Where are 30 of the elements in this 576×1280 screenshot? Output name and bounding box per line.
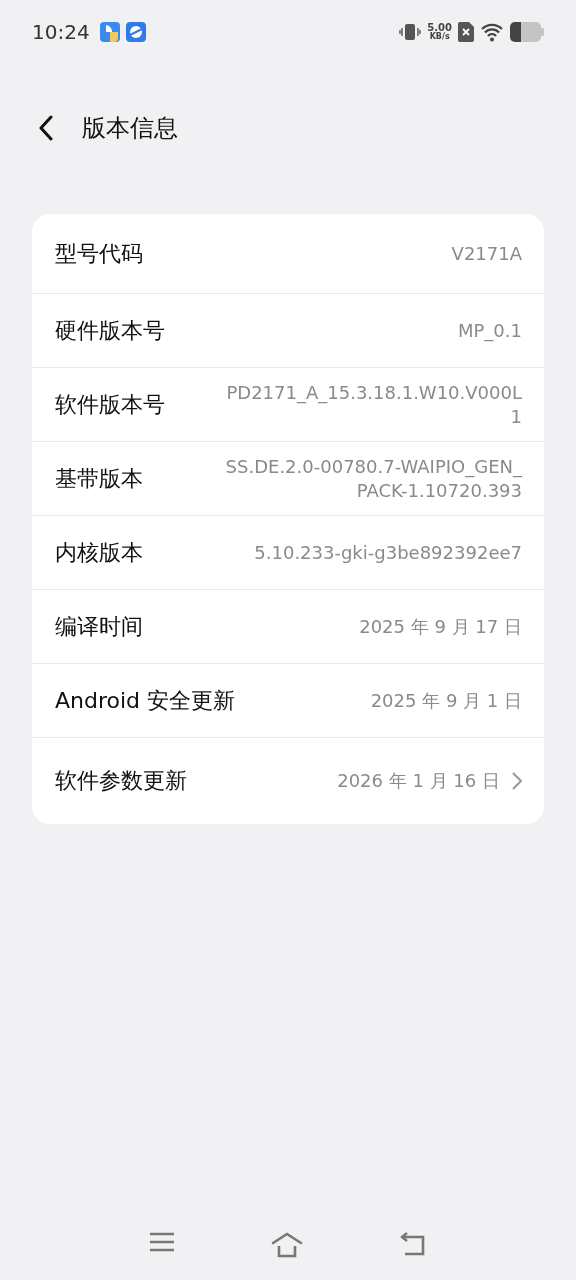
row-label: 型号代码 — [55, 239, 143, 268]
row-label: 硬件版本号 — [55, 316, 165, 345]
app-notification-icon — [99, 22, 120, 42]
row-value: 5.10.233-gki-g3be892392ee7 — [254, 540, 522, 565]
row-label: 基带版本 — [55, 464, 143, 493]
row-label: 软件版本号 — [55, 390, 165, 419]
row-label: 内核版本 — [55, 538, 143, 567]
speed-unit: KB/s — [429, 33, 450, 41]
row-value: SS.DE.2.0-00780.7-WAIPIO_GEN_PACK-1.10720.393 — [224, 455, 522, 502]
home-icon[interactable] — [271, 1232, 303, 1258]
clock: 10:24 — [32, 20, 90, 44]
row-label: Android 安全更新 — [55, 686, 236, 715]
row-value: 2025 年 9 月 17 日 — [359, 614, 522, 639]
page-title: 版本信息 — [82, 113, 178, 144]
row-value: V2171A — [451, 241, 522, 266]
chevron-icon — [512, 772, 522, 790]
battery-icon — [510, 22, 544, 42]
network-speed: 5.00 — [427, 23, 452, 33]
row-value: MP_0.1 — [458, 318, 522, 343]
row-label: 软件参数更新 — [55, 767, 187, 795]
row-label: 编译时间 — [55, 612, 143, 641]
row-value: 2026 年 1 月 16 日 — [337, 769, 500, 793]
vibrate-icon — [399, 23, 422, 41]
no-sim-icon — [458, 22, 474, 42]
back-nav-icon[interactable] — [399, 1232, 427, 1258]
row-value: PD2171_A_15.3.18.1.W10.V000L1 — [225, 381, 522, 428]
row-value: 2025 年 9 月 1 日 — [370, 688, 522, 713]
wifi-icon — [480, 22, 504, 42]
settings-row[interactable]: 软件参数更新 2026 年 1 月 16 日 — [32, 738, 544, 824]
browser-icon — [125, 22, 146, 42]
